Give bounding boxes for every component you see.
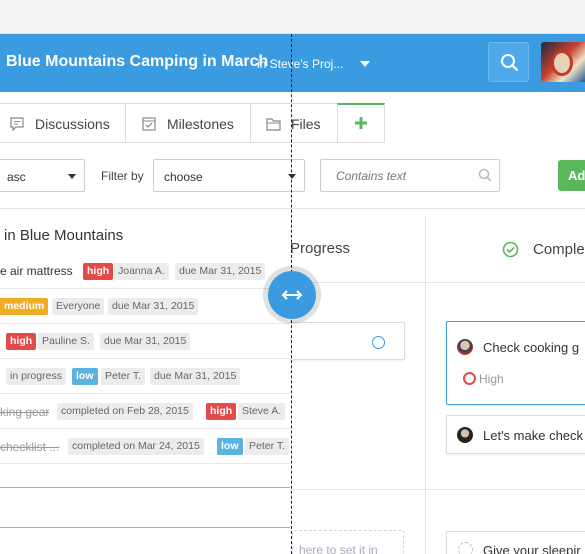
column-completed-label: Comple — [533, 241, 585, 258]
assignee-badge: Peter T. — [101, 368, 145, 385]
drop-zone[interactable]: here to set it in — [292, 530, 404, 554]
priority-badge: high — [6, 333, 37, 350]
tab-discussions[interactable]: Discussions — [0, 103, 126, 143]
browser-top-strip — [0, 0, 585, 34]
assignee-badge: Steve A. — [238, 403, 286, 420]
list-group-divider — [0, 527, 290, 528]
task-row[interactable]: in progress low Peter T. due Mar 31, 201… — [0, 359, 290, 394]
column-divider — [290, 489, 585, 490]
add-task-button[interactable]: Ad — [558, 160, 585, 191]
tab-milestones[interactable]: Milestones — [125, 103, 251, 143]
due-badge: due Mar 31, 2015 — [150, 368, 241, 385]
status-circle-icon[interactable] — [458, 542, 473, 554]
project-header: Blue Mountains Camping in March in Steve… — [0, 34, 585, 92]
tab-files[interactable]: Files — [250, 103, 338, 143]
assignee-badge: Peter T. — [245, 438, 289, 455]
status-badge: in progress — [6, 368, 66, 385]
project-owner-label[interactable]: in Steve's Proj... — [257, 57, 343, 71]
task-row[interactable]: e air mattress high Joanna A. due Mar 31… — [0, 254, 290, 289]
search-button[interactable] — [488, 42, 529, 82]
sort-select[interactable]: asc — [0, 159, 85, 192]
task-list-title: in Blue Mountains — [4, 227, 124, 244]
task-title: Give your sleepir — [483, 543, 581, 554]
task-card[interactable] — [285, 322, 405, 360]
column-divider — [426, 282, 585, 283]
task-row[interactable]: high Pauline S. due Mar 31, 2015 — [0, 324, 290, 359]
chevron-down-icon[interactable] — [360, 61, 370, 67]
due-badge: due Mar 31, 2015 — [175, 263, 266, 280]
priority-badge: high — [83, 263, 114, 280]
priority-label: High — [463, 372, 504, 386]
add-button-label: Ad — [568, 168, 585, 183]
task-title: Check cooking g — [483, 340, 580, 355]
task-card-lets-make[interactable]: Let's make check — [446, 415, 585, 454]
priority-ring-icon — [463, 372, 476, 385]
completed-badge: completed on Feb 28, 2015 — [57, 403, 193, 420]
priority-badge: low — [72, 368, 98, 385]
status-circle-icon[interactable] — [372, 336, 385, 349]
chevron-down-icon — [288, 174, 296, 179]
search-icon — [501, 54, 519, 72]
sort-value: asc — [7, 170, 26, 184]
task-card-check-cooking[interactable]: Check cooking g High — [446, 321, 585, 405]
task-row[interactable]: king gear completed on Feb 28, 2015 high… — [0, 394, 290, 429]
discussions-icon — [10, 117, 24, 132]
tab-add[interactable] — [337, 103, 385, 143]
user-avatar[interactable] — [541, 42, 585, 82]
due-badge: due Mar 31, 2015 — [100, 333, 191, 350]
completed-badge: completed on Mar 24, 2015 — [68, 438, 204, 455]
project-tabs: Discussions Milestones Files — [0, 103, 585, 143]
assignee-badge: Pauline S. — [38, 333, 94, 350]
filter-value: choose — [164, 170, 203, 184]
task-list-panel: in Blue Mountains e air mattress high Jo… — [0, 209, 290, 554]
assignee-badge: Joanna A. — [114, 263, 169, 280]
filter-select[interactable]: choose — [153, 159, 305, 192]
filter-label: Filter by — [101, 169, 144, 183]
task-title: Let's make check — [483, 428, 584, 443]
split-resize-handle[interactable] — [263, 266, 321, 324]
list-group-divider — [0, 487, 290, 488]
assignee-avatar — [457, 339, 473, 355]
task-card-give-sleeping[interactable]: Give your sleepir — [446, 531, 585, 554]
task-title: king gear — [0, 405, 50, 419]
plus-icon — [355, 117, 367, 129]
drop-hint: here to set it in — [299, 543, 378, 554]
text-filter-input[interactable] — [320, 159, 500, 192]
due-badge: due Mar 31, 2015 — [108, 298, 199, 315]
search-icon — [478, 168, 492, 182]
task-title: e air mattress — [0, 264, 73, 278]
resize-horizontal-icon — [281, 290, 303, 300]
tab-label: Files — [291, 116, 321, 132]
assignee-avatar — [457, 427, 473, 443]
priority-text: High — [479, 372, 504, 386]
task-row[interactable]: medium Everyone due Mar 31, 2015 — [0, 289, 290, 324]
priority-badge: low — [217, 438, 243, 455]
column-divider — [425, 217, 426, 554]
filter-bar: asc Filter by choose Ad — [0, 158, 585, 193]
task-title: checklist ... — [0, 440, 60, 454]
milestones-icon — [142, 117, 156, 131]
task-row[interactable]: checklist ... completed on Mar 24, 2015 … — [0, 429, 290, 464]
check-circle-icon — [502, 241, 519, 258]
column-in-progress-header: Progress — [290, 240, 351, 257]
files-icon — [266, 118, 281, 131]
project-title[interactable]: Blue Mountains Camping in March — [6, 53, 268, 71]
priority-badge: high — [206, 403, 237, 420]
chevron-down-icon — [68, 174, 76, 179]
tab-label: Milestones — [167, 116, 234, 132]
priority-badge: medium — [0, 298, 49, 315]
tab-label: Discussions — [35, 116, 110, 132]
assignee-badge: Everyone — [52, 298, 105, 315]
